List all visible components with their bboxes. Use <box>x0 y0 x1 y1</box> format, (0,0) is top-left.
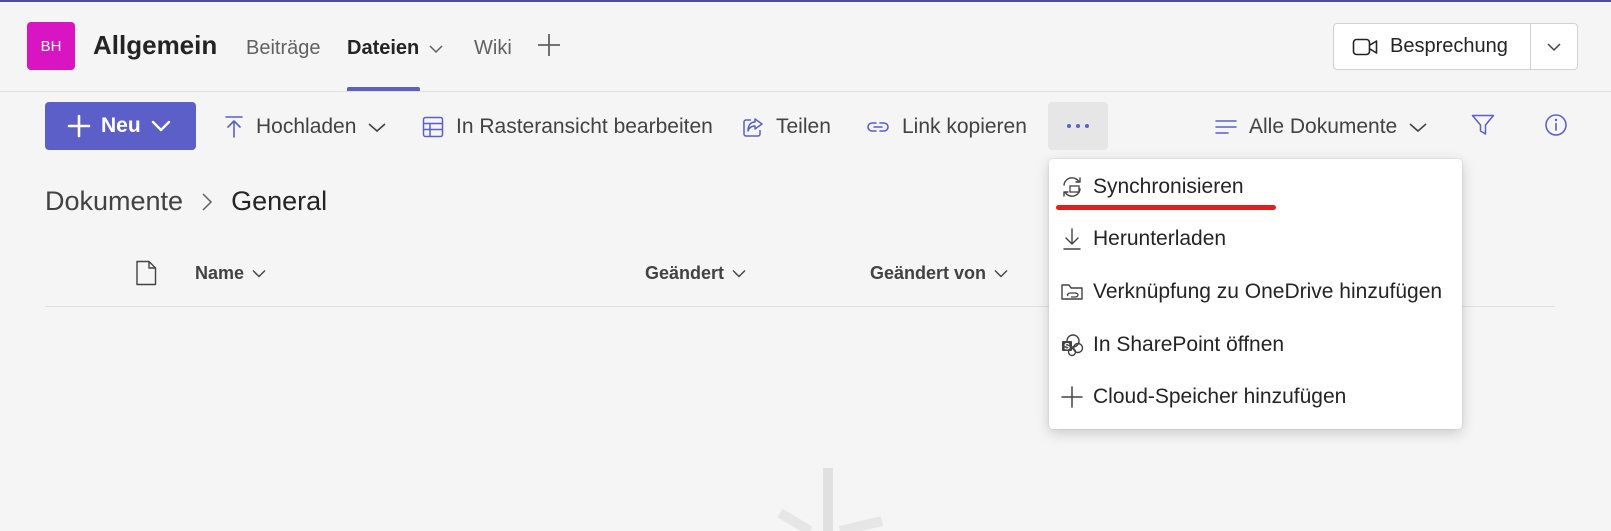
menu-item-sync-label: Synchronisieren <box>1093 175 1244 198</box>
column-name-label: Name <box>195 263 245 283</box>
filter-icon[interactable] <box>1471 114 1495 136</box>
more-icon <box>1067 124 1089 128</box>
channel-avatar: BH <box>27 22 75 70</box>
breadcrumb-current: General <box>231 186 328 216</box>
svg-text:S: S <box>1064 342 1070 352</box>
menu-item-sync[interactable]: Synchronisieren <box>1049 165 1462 209</box>
share-label: Teilen <box>776 115 831 138</box>
video-camera-icon <box>1352 38 1378 55</box>
copy-link-label: Link kopieren <box>902 115 1027 138</box>
more-options-menu: Synchronisieren Herunterladen Verknüpfun… <box>1049 159 1462 429</box>
channel-title: Allgemein <box>93 30 218 60</box>
chevron-down-icon <box>368 122 386 132</box>
upload-icon <box>225 116 243 138</box>
column-header-name[interactable]: Name <box>195 263 266 284</box>
chevron-down-icon <box>151 120 170 132</box>
menu-item-shortcut[interactable]: Verknüpfung zu OneDrive hinzufügen <box>1049 270 1462 314</box>
upload-button[interactable]: Hochladen <box>224 112 386 142</box>
grid-view-edit-button[interactable]: In Rasteransicht bearbeiten <box>422 112 713 142</box>
new-button-label: Neu <box>101 114 141 137</box>
meeting-label: Besprechung <box>1390 35 1508 57</box>
menu-item-sharepoint-label: In SharePoint öffnen <box>1093 333 1285 356</box>
breadcrumb-root[interactable]: Dokumente <box>45 186 183 217</box>
chevron-down-icon <box>1409 122 1427 132</box>
list-view-icon <box>1215 120 1237 134</box>
tab-posts[interactable]: Beiträge <box>246 37 321 60</box>
plus-icon <box>1061 386 1083 408</box>
sharepoint-icon: S <box>1062 334 1084 357</box>
tab-wiki[interactable]: Wiki <box>474 37 512 60</box>
tab-files-label: Dateien <box>347 37 420 59</box>
breadcrumb: Dokumente General <box>45 186 327 217</box>
shortcut-icon <box>1061 284 1083 300</box>
menu-item-shortcut-label: Verknüpfung zu OneDrive hinzufügen <box>1093 280 1443 303</box>
menu-item-download[interactable]: Herunterladen <box>1049 217 1462 261</box>
grid-icon <box>422 116 444 138</box>
chevron-down-icon <box>1547 42 1561 51</box>
more-options-button[interactable] <box>1048 102 1108 150</box>
upload-label: Hochladen <box>256 115 357 138</box>
window-top-border <box>0 0 1611 2</box>
loading-spinner-icon <box>777 468 884 531</box>
sync-highlight-underline <box>1056 205 1276 210</box>
share-icon <box>743 118 763 137</box>
sync-icon <box>1063 177 1081 197</box>
chevron-down-icon <box>994 270 1008 278</box>
chevron-down-icon <box>732 270 746 278</box>
chevron-right-icon <box>202 192 213 211</box>
plus-icon <box>67 114 91 138</box>
menu-item-sharepoint[interactable]: S In SharePoint öffnen <box>1049 323 1462 367</box>
info-icon[interactable] <box>1544 113 1568 137</box>
menu-item-download-label: Herunterladen <box>1093 227 1227 250</box>
chevron-down-icon <box>252 270 266 278</box>
add-tab-icon[interactable] <box>536 32 562 58</box>
column-modified-label: Geändert <box>645 263 725 283</box>
menu-item-cloud-storage[interactable]: Cloud-Speicher hinzufügen <box>1049 375 1462 419</box>
link-icon <box>867 122 889 132</box>
tab-files[interactable]: Dateien <box>347 37 443 60</box>
menu-item-cloud-storage-label: Cloud-Speicher hinzufügen <box>1093 385 1347 408</box>
chevron-down-icon <box>429 44 443 53</box>
column-header-modified-by[interactable]: Geändert von <box>870 263 1008 284</box>
view-label: Alle Dokumente <box>1249 115 1398 138</box>
view-selector[interactable]: Alle Dokumente <box>1215 112 1427 142</box>
column-header-modified[interactable]: Geändert <box>645 263 746 284</box>
share-button[interactable]: Teilen <box>742 112 831 142</box>
new-button[interactable]: Neu <box>45 102 196 150</box>
download-icon <box>1063 228 1081 250</box>
grid-view-label: In Rasteransicht bearbeiten <box>456 115 713 138</box>
file-type-icon[interactable] <box>135 260 157 286</box>
meeting-button[interactable]: Besprechung <box>1333 23 1578 70</box>
meeting-dropdown[interactable] <box>1531 24 1577 69</box>
header-divider <box>0 91 1611 92</box>
meeting-start[interactable]: Besprechung <box>1334 24 1530 69</box>
column-modified-by-label: Geändert von <box>870 263 987 283</box>
avatar-initials: BH <box>40 37 62 55</box>
copy-link-button[interactable]: Link kopieren <box>866 112 1027 142</box>
